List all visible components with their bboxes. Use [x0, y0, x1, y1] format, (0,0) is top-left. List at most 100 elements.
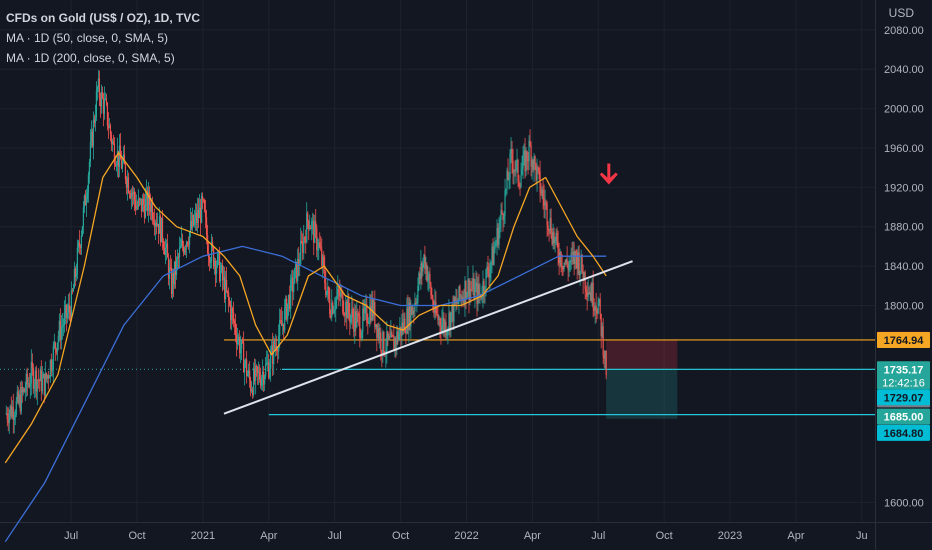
- candle-body: [228, 292, 230, 301]
- candle-body: [308, 220, 310, 229]
- y-tick-label: 2080.00: [884, 25, 924, 37]
- candle-body: [13, 417, 15, 421]
- candle-body: [216, 253, 219, 266]
- candle-body: [359, 316, 361, 338]
- candle-body: [319, 242, 321, 247]
- candle-body: [398, 333, 400, 341]
- y-tick-label: 2000.00: [884, 104, 924, 116]
- candle-body: [521, 168, 523, 176]
- candle-body: [569, 261, 571, 264]
- candle-body: [51, 369, 53, 371]
- candle-body: [227, 290, 229, 293]
- chart-legend: CFDs on Gold (US$ / OZ), 1D, TVC MA · 1D…: [6, 8, 200, 68]
- candle-body: [358, 313, 360, 317]
- candle-body: [14, 414, 16, 418]
- candle-body: [265, 364, 267, 377]
- candle-body: [364, 306, 366, 314]
- candle-body: [279, 320, 281, 336]
- candle-body: [78, 242, 80, 247]
- chart-container[interactable]: 2080.00 2040.00 2000.00 1960.00 1920.00 1880.…: [0, 0, 932, 550]
- candle-body: [485, 269, 487, 293]
- candle-body: [429, 274, 431, 284]
- candle-body: [106, 102, 109, 126]
- candle-body: [493, 249, 495, 265]
- candle-body: [186, 242, 189, 245]
- candle-body: [483, 281, 485, 293]
- candle-body: [494, 246, 496, 250]
- candle-body: [432, 298, 434, 308]
- candle-body: [557, 242, 559, 257]
- candle-body: [76, 247, 78, 274]
- candle-body: [164, 247, 167, 255]
- candle-body: [478, 284, 480, 295]
- candle-body: [529, 140, 531, 146]
- candle-body: [119, 145, 122, 160]
- candle-body: [597, 302, 599, 314]
- candle-body: [439, 318, 441, 327]
- price-axis-unit: USD: [888, 6, 914, 20]
- candle-body: [585, 288, 587, 292]
- candle-body: [15, 400, 17, 415]
- candle-body: [112, 141, 115, 144]
- candle-body: [342, 291, 344, 313]
- candle-body: [66, 312, 68, 318]
- candle-body: [383, 331, 385, 354]
- candle-body: [368, 321, 370, 324]
- x-tick-label: Oct: [128, 530, 145, 542]
- candle-body: [446, 331, 448, 336]
- candle-body: [599, 298, 601, 314]
- candle-body: [24, 390, 26, 393]
- candle-body: [6, 413, 8, 420]
- candle-body: [290, 279, 292, 309]
- candle-body: [459, 286, 461, 298]
- candle-body: [95, 90, 98, 118]
- candle-body: [563, 262, 565, 270]
- x-tick-label: Jul: [64, 530, 78, 542]
- candle-body: [581, 255, 583, 272]
- candle-body: [568, 263, 570, 271]
- candle-body: [86, 192, 88, 199]
- candle-body: [61, 326, 63, 328]
- candle-body: [505, 188, 507, 191]
- candle-body: [575, 250, 577, 257]
- candle-body: [60, 327, 62, 341]
- candle-body: [391, 331, 393, 336]
- candle-body: [417, 286, 419, 302]
- candle-body: [499, 220, 501, 229]
- candle-body: [317, 249, 319, 251]
- stop-loss-zone[interactable]: [606, 339, 678, 370]
- candle-body: [269, 368, 271, 378]
- candle-body: [566, 259, 568, 266]
- candle-body: [560, 251, 562, 266]
- legend-ma50[interactable]: MA · 1D (50, close, 0, SMA, 5): [6, 28, 200, 48]
- candle-body: [205, 217, 208, 235]
- candle-body: [336, 296, 338, 300]
- price-label-text: 1729.07: [884, 392, 924, 404]
- candle-body: [92, 119, 95, 147]
- candle-body: [404, 318, 406, 333]
- candle-body: [489, 269, 491, 279]
- candle-body: [56, 342, 58, 353]
- price-chart[interactable]: 2080.00 2040.00 2000.00 1960.00 1920.00 1880.…: [0, 0, 932, 550]
- legend-ma200[interactable]: MA · 1D (200, close, 0, SMA, 5): [6, 48, 200, 68]
- x-tick-label: Oct: [392, 530, 409, 542]
- candle-body: [142, 198, 145, 205]
- candle-body: [511, 149, 513, 161]
- candle-body: [430, 283, 432, 296]
- candle-body: [300, 240, 302, 264]
- candle-body: [592, 282, 594, 309]
- candle-body: [427, 278, 429, 281]
- x-tick-label: Apr: [787, 530, 804, 542]
- candle-body: [144, 198, 147, 218]
- y-tick-label: 1960.00: [884, 143, 924, 155]
- take-profit-zone[interactable]: [606, 369, 678, 419]
- candle-body: [98, 78, 101, 99]
- candle-body: [278, 335, 280, 352]
- candle-body: [103, 99, 106, 114]
- candle-body: [509, 153, 511, 179]
- candle-body: [121, 161, 124, 169]
- candle-body: [237, 339, 239, 344]
- candle-body: [422, 263, 424, 272]
- candle-body: [307, 213, 309, 221]
- candle-body: [188, 231, 191, 246]
